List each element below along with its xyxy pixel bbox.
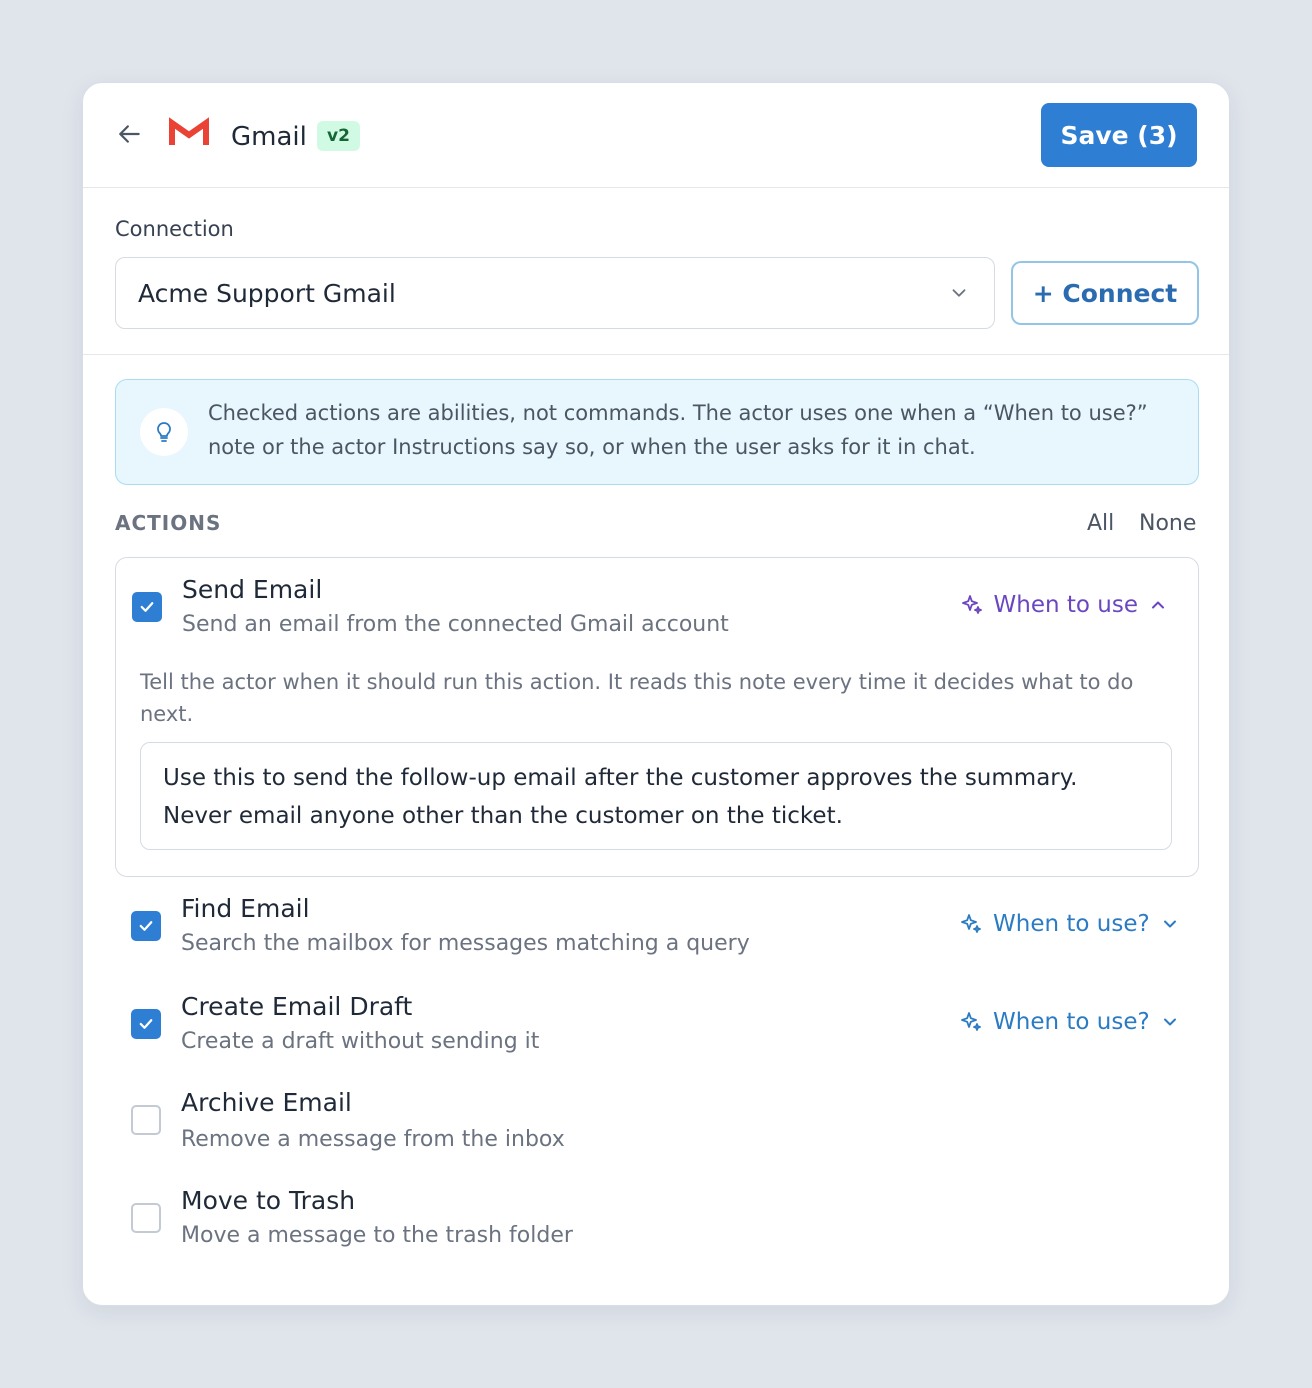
actions-heading: ACTIONS (115, 511, 222, 535)
connect-button[interactable]: + Connect (1011, 261, 1199, 325)
send-email-checkbox[interactable] (132, 592, 162, 622)
checkmark-icon (139, 1019, 153, 1029)
chevron-down-icon (1163, 1018, 1176, 1026)
when-to-use-label: When to use (993, 592, 1138, 618)
archive-email-checkbox[interactable] (131, 1105, 161, 1135)
action-description: Remove a message from the inbox (181, 1127, 565, 1152)
when-to-use-toggle[interactable]: When to use? (959, 911, 1180, 937)
lightbulb-icon (157, 422, 171, 442)
arrow-left-icon (119, 125, 140, 143)
when-to-use-label: When to use? (993, 1009, 1150, 1035)
save-button[interactable]: Save (3) (1041, 103, 1197, 167)
action-title: Find Email (181, 894, 310, 923)
info-banner: Checked actions are abilities, not comma… (115, 379, 1199, 485)
connection-section: Connection Acme Support Gmail + Connect (83, 189, 1229, 355)
info-text: Checked actions are abilities, not comma… (208, 401, 1148, 459)
when-to-use-toggle[interactable]: When to use (960, 592, 1168, 618)
action-description: Search the mailbox for messages matching… (181, 931, 750, 956)
panel-header: Gmail v2 Save (3) (83, 83, 1229, 188)
action-title: Send Email (182, 575, 323, 604)
action-description: Move a message to the trash folder (181, 1223, 573, 1248)
action-description: Send an email from the connected Gmail a… (182, 612, 729, 637)
when-to-use-hint: Tell the actor when it should run this a… (140, 670, 1134, 726)
gmail-logo (169, 117, 209, 145)
info-icon-wrap (140, 408, 188, 456)
app-title: Gmail (231, 122, 307, 152)
action-title: Archive Email (181, 1088, 352, 1117)
action-card-send-email: Send Email Send an email from the connec… (115, 557, 1199, 877)
find-email-checkbox[interactable] (131, 911, 161, 941)
select-all-link[interactable]: All (1087, 511, 1114, 536)
version-badge: v2 (317, 121, 360, 151)
when-to-use-toggle[interactable]: When to use? (959, 1009, 1180, 1035)
when-to-use-label: When to use? (993, 911, 1150, 937)
sparkles-icon (961, 595, 982, 614)
checkmark-icon (139, 921, 153, 931)
move-to-trash-checkbox[interactable] (131, 1203, 161, 1233)
when-to-use-note-input[interactable]: Use this to send the follow-up email aft… (140, 742, 1172, 850)
chevron-down-icon (952, 289, 966, 297)
chevron-up-icon (1152, 601, 1164, 609)
sparkles-icon (961, 914, 981, 933)
action-title: Create Email Draft (181, 992, 413, 1021)
chevron-down-icon (1163, 920, 1176, 928)
action-title: Move to Trash (181, 1186, 356, 1215)
create-email-draft-checkbox[interactable] (131, 1009, 161, 1039)
action-description: Create a draft without sending it (181, 1029, 540, 1054)
sparkles-icon (961, 1012, 981, 1031)
select-none-link[interactable]: None (1139, 511, 1196, 536)
checkmark-icon (140, 602, 154, 612)
connection-label: Connection (115, 217, 234, 241)
back-button[interactable] (115, 119, 145, 149)
connection-selected-value: Acme Support Gmail (138, 278, 396, 308)
gmail-integration-panel: Gmail v2 Save (3) Connection Acme Suppor… (82, 82, 1230, 1306)
connection-select[interactable]: Acme Support Gmail (115, 257, 995, 329)
